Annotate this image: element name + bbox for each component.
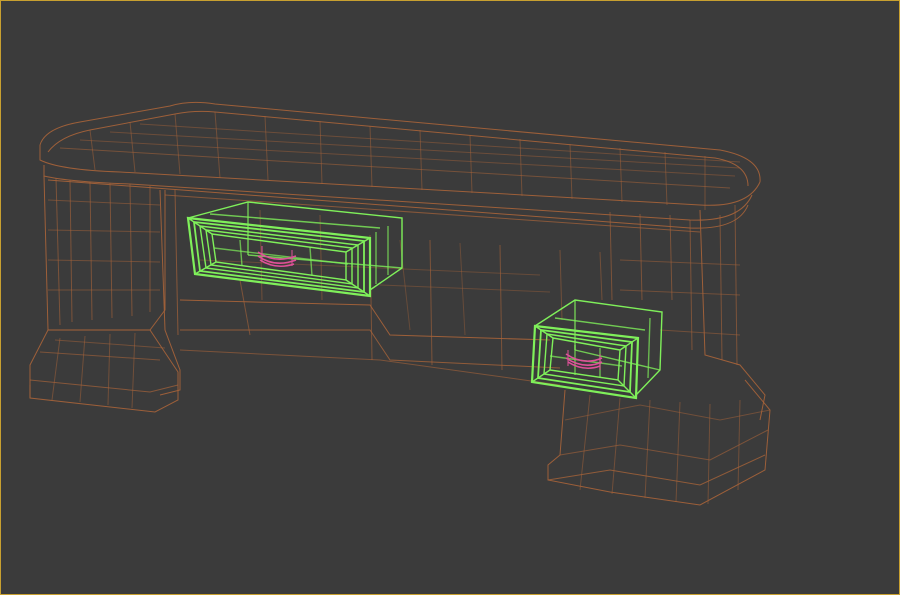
drawer-right-wireframe[interactable] <box>530 299 663 400</box>
viewport-wireframe[interactable] <box>0 0 900 595</box>
desk-body-wireframe[interactable] <box>29 101 771 506</box>
drawer-left-wireframe[interactable] <box>186 201 403 298</box>
drawer-handle-right-wireframe[interactable] <box>565 350 603 370</box>
scene-svg[interactable] <box>0 0 900 595</box>
